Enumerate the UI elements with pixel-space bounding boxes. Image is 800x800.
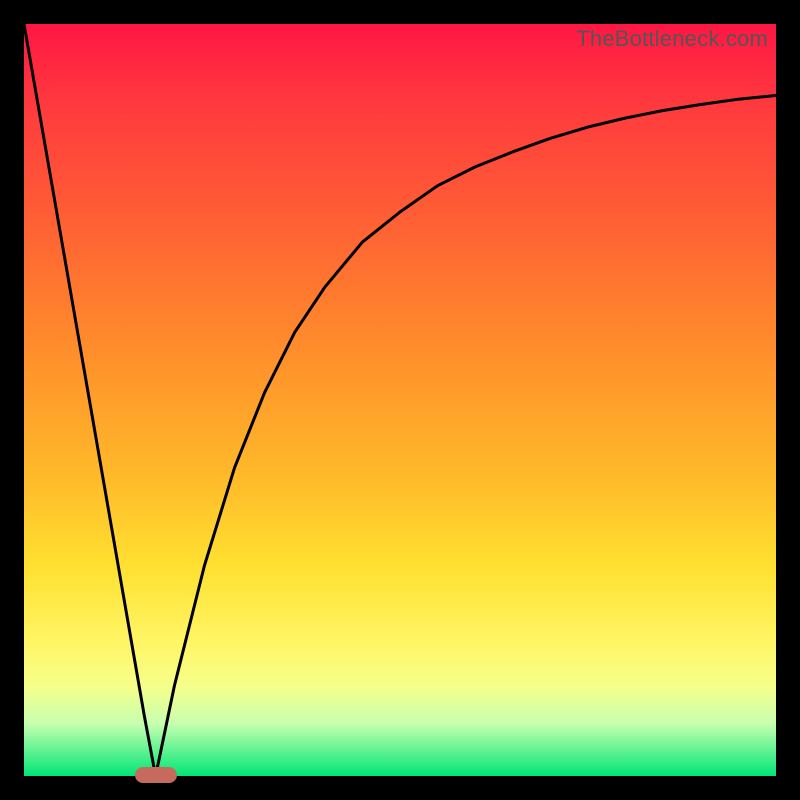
bottleneck-curve: [24, 24, 776, 776]
chart-frame: TheBottleneck.com: [0, 0, 800, 800]
plot-area: TheBottleneck.com: [24, 24, 776, 776]
optimal-marker: [135, 767, 177, 783]
